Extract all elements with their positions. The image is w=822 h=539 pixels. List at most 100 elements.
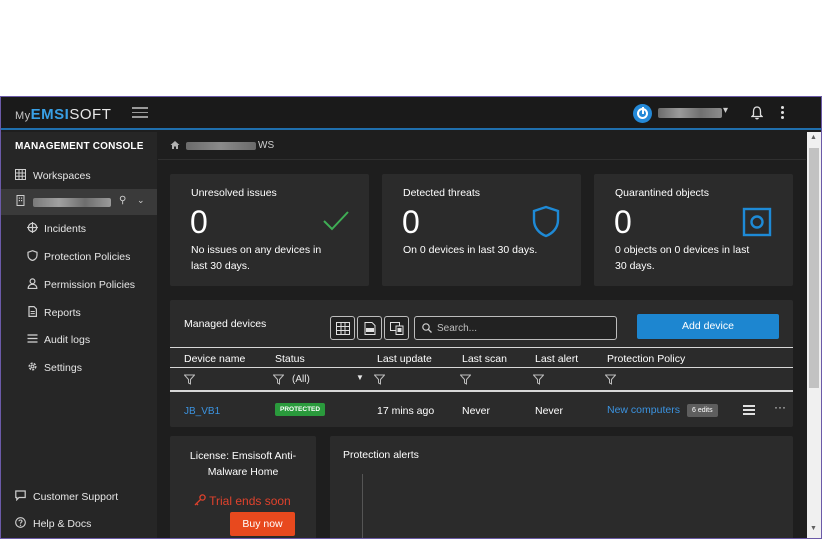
add-device-button[interactable]: Add device — [637, 314, 779, 339]
logo: MyEMSISOFT — [15, 106, 111, 123]
user-icon — [27, 278, 38, 289]
top-bar: MyEMSISOFT ▾ — [1, 97, 821, 130]
protection-alerts-panel: Protection alerts — [330, 436, 793, 538]
breadcrumb: WS — [158, 132, 806, 160]
buy-now-button[interactable]: Buy now — [230, 512, 295, 536]
trial-text: Trial ends soon — [209, 494, 291, 508]
devices-icon — [390, 322, 404, 335]
last-scan-cell: Never — [462, 405, 491, 417]
device-name-link[interactable]: JB_VB1 — [184, 406, 220, 417]
sidebar-item-workspaces[interactable]: Workspaces — [1, 163, 157, 189]
building-icon — [16, 195, 25, 206]
workspace-name — [33, 198, 111, 207]
list-icon — [27, 334, 38, 343]
scroll-down-icon[interactable]: ▼ — [810, 525, 817, 532]
status-filter-select[interactable]: (All) — [292, 374, 310, 385]
sidebar-item-label: Customer Support — [33, 491, 119, 503]
search-box — [414, 316, 617, 340]
scrollbar[interactable]: ▲ ▼ — [807, 132, 821, 538]
card-title: Quarantined objects — [615, 187, 709, 199]
shield-icon — [532, 205, 560, 238]
grid-icon — [15, 169, 26, 180]
scrollbar-thumb[interactable] — [809, 148, 819, 388]
search-input[interactable] — [437, 321, 607, 336]
scroll-up-icon[interactable]: ▲ — [810, 134, 817, 141]
device-view-button[interactable] — [384, 316, 409, 340]
sidebar-title: MANAGEMENT CONSOLE — [15, 141, 144, 152]
row-menu-icon[interactable] — [743, 405, 755, 415]
column-protection-policy[interactable]: Protection Policy — [607, 353, 685, 365]
filter-icon[interactable] — [374, 374, 385, 385]
search-icon — [422, 323, 432, 333]
filter-icon[interactable] — [184, 374, 195, 385]
managed-devices-panel: Managed devices Add device Device name S… — [170, 300, 793, 427]
key-icon — [194, 494, 206, 506]
chevron-down-icon[interactable]: ▾ — [723, 105, 728, 116]
policy-cell: New computers — [607, 404, 680, 416]
table-filter-row: (All) ▼ — [170, 367, 793, 392]
column-device-name[interactable]: Device name — [184, 353, 245, 365]
card-unresolved-issues: Unresolved issues 0 No issues on any dev… — [170, 174, 369, 286]
last-update-cell: 17 mins ago — [377, 405, 435, 417]
export-icon — [364, 322, 376, 335]
bell-icon[interactable] — [751, 106, 763, 120]
gear-icon — [28, 362, 37, 371]
filter-icon[interactable] — [533, 374, 544, 385]
card-title: Detected threats — [403, 187, 481, 199]
card-detected-threats: Detected threats 0 On 0 devices in last … — [382, 174, 581, 286]
card-description: 0 objects on 0 devices in last 30 days. — [615, 244, 750, 272]
breadcrumb-suffix: WS — [258, 140, 275, 151]
filter-icon[interactable] — [605, 374, 616, 385]
sidebar-item-label: Protection Policies — [44, 251, 131, 263]
pin-icon[interactable]: ⚲ — [119, 195, 126, 206]
chart-axis — [362, 474, 363, 538]
sidebar-item-help-docs[interactable]: Help & Docs — [1, 511, 157, 537]
card-description: No issues on any devices in last 30 days… — [191, 244, 322, 272]
crosshair-icon — [27, 222, 38, 233]
last-alert-cell: Never — [535, 405, 564, 417]
sidebar-item-label: Audit logs — [44, 334, 91, 346]
kebab-icon[interactable] — [781, 106, 787, 121]
sidebar-workspace-selector[interactable]: ⚲ ⌄ — [1, 189, 157, 215]
sidebar-item-protection-policies[interactable]: Protection Policies — [1, 244, 157, 270]
breadcrumb-workspace[interactable] — [186, 142, 256, 150]
column-last-update[interactable]: Last update — [377, 353, 432, 365]
filter-icon[interactable] — [273, 374, 284, 385]
filter-icon[interactable] — [460, 374, 471, 385]
user-name[interactable] — [658, 108, 722, 118]
power-icon[interactable] — [633, 104, 652, 123]
sidebar-item-permission-policies[interactable]: Permission Policies — [1, 272, 157, 298]
home-icon[interactable] — [170, 140, 180, 150]
trial-notice: Trial ends soon — [194, 494, 291, 508]
columns-button[interactable] — [330, 316, 355, 340]
table-icon — [336, 322, 350, 335]
row-more-icon[interactable]: ··· — [774, 400, 786, 414]
sidebar-item-incidents[interactable]: Incidents — [1, 216, 157, 242]
column-last-scan[interactable]: Last scan — [462, 353, 507, 365]
chat-icon — [15, 490, 26, 501]
column-last-alert[interactable]: Last alert — [535, 353, 578, 365]
chevron-down-icon[interactable]: ⌄ — [137, 195, 145, 206]
protection-alerts-title: Protection alerts — [343, 449, 419, 461]
caret-down-icon[interactable]: ▼ — [356, 373, 364, 382]
hamburger-icon[interactable] — [132, 107, 148, 118]
policy-link[interactable]: New computers — [607, 404, 680, 416]
sidebar-item-label: Reports — [44, 307, 81, 319]
logo-brand: EMSI — [30, 106, 70, 123]
export-csv-button[interactable] — [357, 316, 382, 340]
managed-devices-title: Managed devices — [184, 318, 267, 330]
sidebar-item-label: Permission Policies — [44, 279, 136, 291]
license-panel: License: Emsisoft Anti-Malware Home Tria… — [170, 436, 316, 538]
card-count: 0 — [614, 204, 632, 240]
quarantine-icon — [742, 207, 772, 237]
table-row[interactable]: JB_VB1 PROTECTED 17 mins ago Never Never… — [170, 394, 793, 427]
column-status[interactable]: Status — [275, 353, 305, 365]
sidebar-item-customer-support[interactable]: Customer Support — [1, 484, 157, 510]
sidebar-item-audit-logs[interactable]: Audit logs — [1, 327, 157, 353]
sidebar-item-reports[interactable]: Reports — [1, 300, 157, 326]
card-quarantined-objects: Quarantined objects 0 0 objects on 0 dev… — [594, 174, 793, 286]
logo-my: My — [15, 110, 31, 122]
sidebar-item-label: Workspaces — [33, 170, 91, 182]
sidebar-item-settings[interactable]: Settings — [1, 355, 157, 381]
edits-badge[interactable]: 6 edits — [687, 404, 718, 417]
